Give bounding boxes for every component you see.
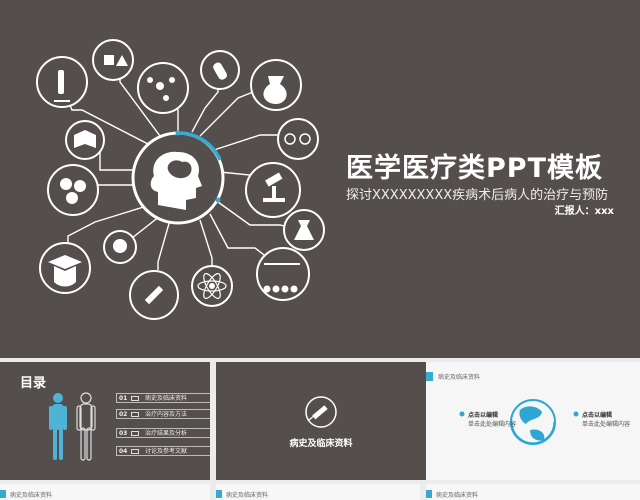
- left-block-text: 单击此处编辑内容: [468, 421, 517, 428]
- toc-item-icon: [131, 431, 139, 436]
- toc-item-label: 治疗结果及分析: [145, 430, 188, 437]
- toc-item-4[interactable]: 04 讨论及参考文献: [116, 446, 210, 456]
- header-accent-bar: [0, 490, 6, 498]
- toc-item-number: 02: [119, 411, 128, 418]
- toc-item-icon: [131, 396, 139, 401]
- cells-icon: [47, 164, 99, 216]
- right-text-block: 点击以编辑 单击此处编辑内容: [582, 410, 630, 428]
- thumbnail-bottom-3[interactable]: 病史及临床资料: [426, 484, 640, 500]
- right-block-title: 点击以编辑: [582, 412, 613, 419]
- slide-header: 病史及临床资料: [436, 492, 479, 499]
- slide-title: 医学医疗类PPT模板: [346, 153, 603, 184]
- slide-subtitle: 探讨XXXXXXXXX疾病术后病人的治疗与预防: [346, 188, 609, 203]
- thumbnail-toc[interactable]: 目录 01 病史及临床资料 02 治疗内容及方法 03 治疗结果及分析 04 讨…: [0, 362, 210, 480]
- header-accent-bar: [426, 490, 432, 498]
- toc-item-3[interactable]: 03 治疗结果及分析: [116, 428, 210, 438]
- toc-item-icon: [131, 449, 139, 454]
- toc-item-2[interactable]: 02 治疗内容及方法: [116, 409, 210, 419]
- toc-item-label: 病史及临床资料: [145, 395, 188, 402]
- slide-header: 病史及临床资料: [10, 492, 53, 499]
- thumbnail-bottom-1[interactable]: 病史及临床资料: [0, 484, 210, 500]
- newton-cradle-icon: [256, 247, 310, 301]
- toc-item-label: 治疗内容及方法: [145, 411, 188, 418]
- left-text-block: 点击以编辑 单击此处编辑内容: [468, 410, 516, 428]
- toc-item-number: 01: [119, 395, 128, 402]
- toc-item-icon: [131, 412, 139, 417]
- thumbnail-bottom-2[interactable]: 病史及临床资料: [216, 484, 420, 500]
- right-block-text: 单击此处编辑内容: [582, 421, 631, 428]
- section-label: 病史及临床资料: [289, 439, 353, 449]
- thumbnail-content[interactable]: 病史及临床资料 点击以编辑 单击此处编辑内容 点击以编辑 单击此处编辑内容: [426, 362, 640, 480]
- toc-item-number: 03: [119, 430, 128, 437]
- toc-item-label: 讨论及参考文献: [145, 448, 188, 455]
- slide-header: 病史及临床资料: [226, 492, 269, 499]
- toc-title: 目录: [20, 376, 47, 391]
- header-accent-bar: [216, 490, 222, 498]
- glasses-icon: [277, 118, 319, 160]
- main-slide[interactable]: 医学医疗类PPT模板 探讨XXXXXXXXX疾病术后病人的治疗与预防 汇报人：x…: [0, 0, 640, 358]
- thumbnail-section[interactable]: 病史及临床资料: [216, 362, 426, 480]
- syringe-icon: [305, 396, 337, 428]
- toc-item-1[interactable]: 01 病史及临床资料: [116, 393, 210, 403]
- toc-item-number: 04: [119, 448, 128, 455]
- left-block-title: 点击以编辑: [468, 412, 499, 419]
- reporter-label: 汇报人：xxx: [554, 206, 614, 217]
